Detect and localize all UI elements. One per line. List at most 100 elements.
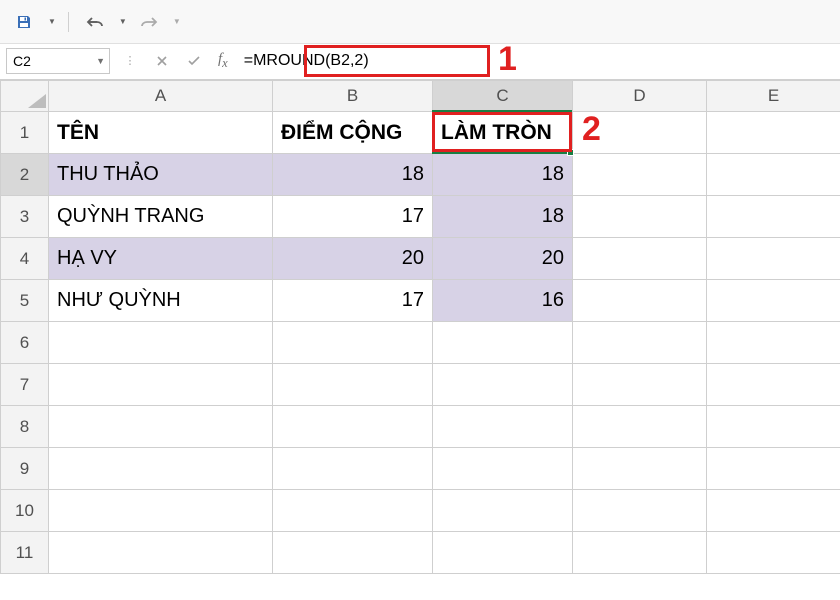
cell-E3[interactable] bbox=[707, 196, 840, 238]
row-5: 5 NHƯ QUỲNH 17 16 bbox=[1, 280, 840, 322]
cell-E1[interactable] bbox=[707, 112, 840, 154]
row-header-1[interactable]: 1 bbox=[1, 112, 49, 154]
cell-C1[interactable]: LÀM TRÒN bbox=[433, 112, 573, 154]
cell-A5[interactable]: NHƯ QUỲNH bbox=[49, 280, 273, 322]
cell-E7[interactable] bbox=[707, 364, 840, 406]
cell-A7[interactable] bbox=[49, 364, 273, 406]
row-header-8[interactable]: 8 bbox=[1, 406, 49, 448]
row-header-7[interactable]: 7 bbox=[1, 364, 49, 406]
cell-C7[interactable] bbox=[433, 364, 573, 406]
cell-B2[interactable]: 18 bbox=[273, 154, 433, 196]
save-dropdown-icon[interactable]: ▼ bbox=[48, 17, 56, 26]
row-header-4[interactable]: 4 bbox=[1, 238, 49, 280]
cell-D2[interactable] bbox=[573, 154, 707, 196]
cell-B6[interactable] bbox=[273, 322, 433, 364]
cell-A6[interactable] bbox=[49, 322, 273, 364]
cell-C9[interactable] bbox=[433, 448, 573, 490]
row-header-2[interactable]: 2 bbox=[1, 154, 49, 196]
cell-B8[interactable] bbox=[273, 406, 433, 448]
function-menu-icon[interactable]: ⋮ bbox=[118, 49, 142, 73]
cell-D11[interactable] bbox=[573, 532, 707, 574]
formula-input[interactable] bbox=[240, 48, 834, 74]
col-header-A[interactable]: A bbox=[49, 81, 273, 112]
cell-C5[interactable]: 16 bbox=[433, 280, 573, 322]
grid[interactable]: A B C D E 1 TÊN ĐIỂM CỘNG LÀM TRÒN 2 THU… bbox=[0, 80, 840, 574]
col-header-E[interactable]: E bbox=[707, 81, 840, 112]
cell-A9[interactable] bbox=[49, 448, 273, 490]
cell-E6[interactable] bbox=[707, 322, 840, 364]
cell-B1[interactable]: ĐIỂM CỘNG bbox=[273, 112, 433, 154]
cell-D3[interactable] bbox=[573, 196, 707, 238]
cell-C10[interactable] bbox=[433, 490, 573, 532]
cell-D4[interactable] bbox=[573, 238, 707, 280]
save-button[interactable] bbox=[10, 8, 38, 36]
cell-E9[interactable] bbox=[707, 448, 840, 490]
cell-C4[interactable]: 20 bbox=[433, 238, 573, 280]
cell-D7[interactable] bbox=[573, 364, 707, 406]
name-box[interactable]: C2 ▼ bbox=[6, 48, 110, 74]
quick-access-toolbar: ▼ ▼ ▼ bbox=[0, 0, 840, 44]
row-header-9[interactable]: 9 bbox=[1, 448, 49, 490]
row-header-11[interactable]: 11 bbox=[1, 532, 49, 574]
cancel-formula-button[interactable] bbox=[150, 49, 174, 73]
cell-C6[interactable] bbox=[433, 322, 573, 364]
fx-label[interactable]: fx bbox=[214, 51, 232, 71]
cell-C8[interactable] bbox=[433, 406, 573, 448]
cell-A2[interactable]: THU THẢO bbox=[49, 154, 273, 196]
row-1: 1 TÊN ĐIỂM CỘNG LÀM TRÒN bbox=[1, 112, 840, 154]
cell-A4[interactable]: HẠ VY bbox=[49, 238, 273, 280]
row-header-6[interactable]: 6 bbox=[1, 322, 49, 364]
cell-B10[interactable] bbox=[273, 490, 433, 532]
row-3: 3 QUỲNH TRANG 17 18 bbox=[1, 196, 840, 238]
cell-A11[interactable] bbox=[49, 532, 273, 574]
cell-D6[interactable] bbox=[573, 322, 707, 364]
name-box-value: C2 bbox=[13, 53, 31, 69]
cell-B7[interactable] bbox=[273, 364, 433, 406]
cell-B11[interactable] bbox=[273, 532, 433, 574]
cell-B5[interactable]: 17 bbox=[273, 280, 433, 322]
cell-E4[interactable] bbox=[707, 238, 840, 280]
undo-button[interactable] bbox=[81, 8, 109, 36]
undo-dropdown-icon[interactable]: ▼ bbox=[119, 17, 127, 26]
cell-C2[interactable]: 18 bbox=[433, 154, 573, 196]
accept-formula-button[interactable] bbox=[182, 49, 206, 73]
row-header-5[interactable]: 5 bbox=[1, 280, 49, 322]
row-9: 9 bbox=[1, 448, 840, 490]
cell-C11[interactable] bbox=[433, 532, 573, 574]
row-2: 2 THU THẢO 18 18 bbox=[1, 154, 840, 196]
cell-E11[interactable] bbox=[707, 532, 840, 574]
name-box-dropdown-icon[interactable]: ▼ bbox=[96, 56, 105, 66]
cell-D8[interactable] bbox=[573, 406, 707, 448]
cell-E2[interactable] bbox=[707, 154, 840, 196]
cell-E8[interactable] bbox=[707, 406, 840, 448]
col-header-B[interactable]: B bbox=[273, 81, 433, 112]
spreadsheet: A B C D E 1 TÊN ĐIỂM CỘNG LÀM TRÒN 2 THU… bbox=[0, 80, 840, 574]
cell-C3[interactable]: 18 bbox=[433, 196, 573, 238]
cell-A10[interactable] bbox=[49, 490, 273, 532]
cell-B3[interactable]: 17 bbox=[273, 196, 433, 238]
row-8: 8 bbox=[1, 406, 840, 448]
cell-E5[interactable] bbox=[707, 280, 840, 322]
row-header-3[interactable]: 3 bbox=[1, 196, 49, 238]
cell-B4[interactable]: 20 bbox=[273, 238, 433, 280]
col-header-D[interactable]: D bbox=[573, 81, 707, 112]
row-header-10[interactable]: 10 bbox=[1, 490, 49, 532]
col-header-C[interactable]: C bbox=[433, 81, 573, 112]
separator bbox=[68, 12, 69, 32]
row-6: 6 bbox=[1, 322, 840, 364]
column-header-row: A B C D E bbox=[1, 81, 840, 112]
redo-dropdown-icon[interactable]: ▼ bbox=[173, 17, 181, 26]
cell-A1[interactable]: TÊN bbox=[49, 112, 273, 154]
cell-E10[interactable] bbox=[707, 490, 840, 532]
cell-A3[interactable]: QUỲNH TRANG bbox=[49, 196, 273, 238]
cell-D5[interactable] bbox=[573, 280, 707, 322]
cell-A8[interactable] bbox=[49, 406, 273, 448]
undo-icon bbox=[86, 15, 104, 29]
cell-D10[interactable] bbox=[573, 490, 707, 532]
cell-B9[interactable] bbox=[273, 448, 433, 490]
redo-button[interactable] bbox=[135, 8, 163, 36]
cell-D9[interactable] bbox=[573, 448, 707, 490]
select-all-corner[interactable] bbox=[1, 81, 49, 112]
cell-D1[interactable] bbox=[573, 112, 707, 154]
save-icon bbox=[16, 14, 32, 30]
